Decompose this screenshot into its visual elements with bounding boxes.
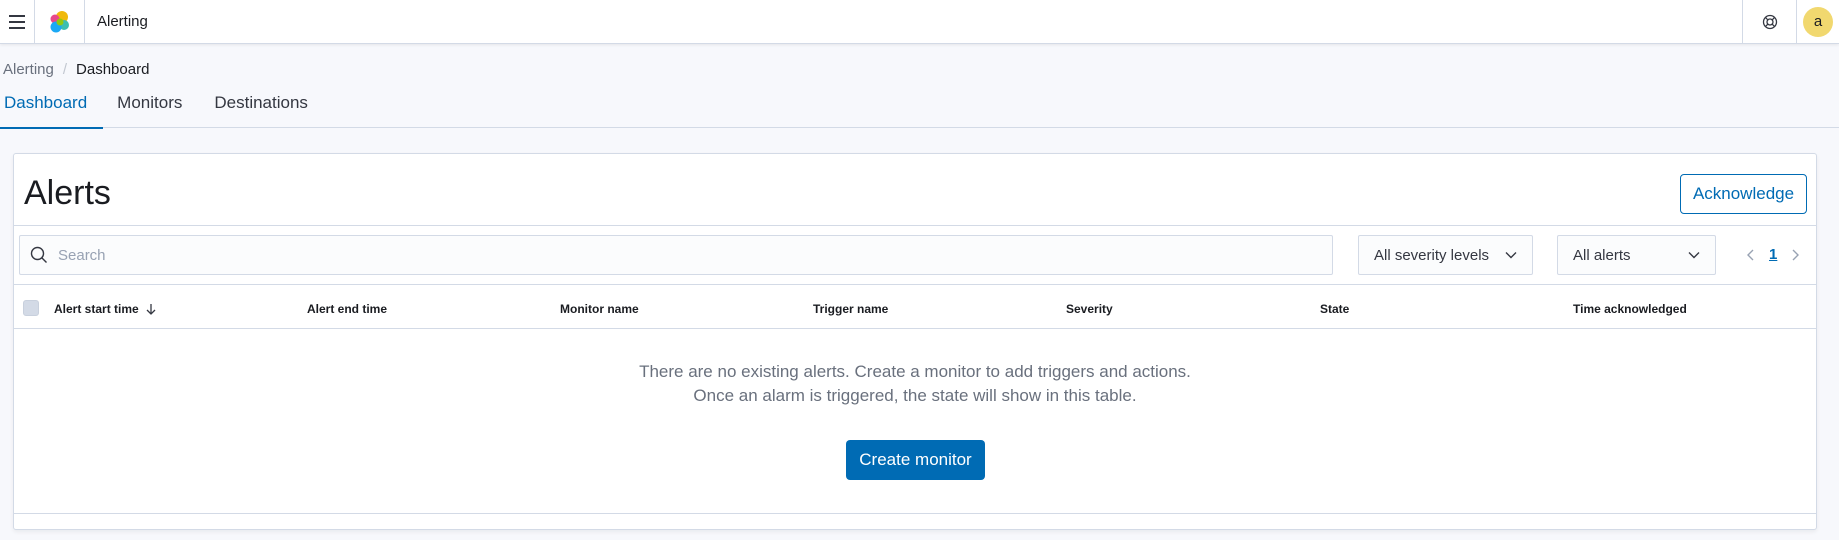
app-title: Alerting	[97, 13, 148, 30]
breadcrumb-separator: /	[62, 61, 68, 78]
empty-state-message: Once an alarm is triggered, the state wi…	[693, 386, 1137, 405]
search-field[interactable]	[19, 235, 1333, 275]
tab-bar: Dashboard Monitors Destinations	[0, 88, 1839, 129]
column-state[interactable]: State	[1320, 302, 1349, 316]
alert-state-select[interactable]: All alerts	[1557, 235, 1716, 275]
column-time-acknowledged[interactable]: Time acknowledged	[1573, 302, 1687, 316]
tab-destinations[interactable]: Destinations	[198, 88, 324, 128]
alerts-panel: Alerts Acknowledge All severity levels A…	[13, 153, 1817, 530]
chevron-down-icon	[1688, 252, 1700, 259]
sort-descending-icon	[146, 304, 156, 315]
pagination: 1	[1745, 246, 1801, 263]
page-number[interactable]: 1	[1769, 246, 1777, 263]
user-menu: a	[1796, 0, 1839, 44]
severity-select-value: All severity levels	[1374, 246, 1490, 264]
hamburger-menu-icon	[9, 13, 25, 31]
table-header: Alert start time Alert end time Monitor …	[14, 285, 1816, 329]
breadcrumb: Alerting / Dashboard	[3, 61, 149, 78]
elastic-logo-icon[interactable]	[35, 0, 85, 44]
search-icon	[30, 246, 47, 263]
divider	[14, 513, 1816, 514]
chevron-left-icon	[1747, 249, 1754, 260]
column-alert-start-time[interactable]: Alert start time	[54, 302, 158, 316]
column-alert-end-time[interactable]: Alert end time	[307, 302, 387, 316]
next-page-button[interactable]	[1789, 248, 1801, 262]
tab-monitors[interactable]: Monitors	[103, 88, 198, 128]
tab-dashboard[interactable]: Dashboard	[0, 88, 104, 129]
severity-select[interactable]: All severity levels	[1358, 235, 1533, 275]
chevron-down-icon	[1505, 252, 1517, 259]
help-button[interactable]	[1742, 0, 1796, 44]
breadcrumb-dashboard: Dashboard	[76, 61, 150, 78]
select-all-checkbox[interactable]	[23, 300, 39, 316]
panel-title: Alerts	[24, 174, 111, 212]
alert-state-select-value: All alerts	[1573, 246, 1631, 264]
create-monitor-button[interactable]: Create monitor	[846, 440, 985, 480]
column-trigger-name[interactable]: Trigger name	[813, 302, 888, 316]
column-severity[interactable]: Severity	[1066, 302, 1113, 316]
previous-page-button[interactable]	[1745, 248, 1757, 262]
column-label: Alert start time	[54, 302, 139, 316]
search-input[interactable]	[58, 246, 1308, 264]
avatar[interactable]: a	[1803, 6, 1833, 37]
empty-state-message: There are no existing alerts. Create a m…	[639, 362, 1191, 381]
column-monitor-name[interactable]: Monitor name	[560, 302, 639, 316]
chevron-right-icon	[1792, 249, 1800, 260]
acknowledge-button[interactable]: Acknowledge	[1680, 174, 1807, 214]
help-icon	[1762, 14, 1777, 29]
hamburger-menu-button[interactable]	[0, 0, 35, 44]
breadcrumb-alerting[interactable]: Alerting	[3, 61, 54, 78]
divider	[14, 225, 1816, 226]
top-header: Alerting a	[0, 0, 1839, 44]
